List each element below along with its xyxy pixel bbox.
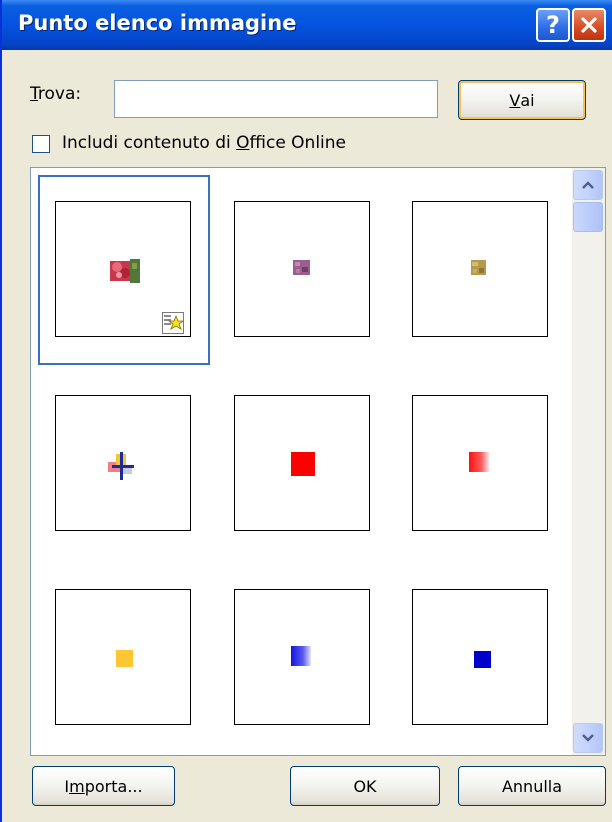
search-label: Trova: [30,84,81,104]
gallery-item-gold[interactable] [412,201,548,337]
star-clipart-icon [162,312,184,334]
import-button-rest: porta... [84,776,143,796]
gallery-item-blue-square[interactable] [412,589,548,725]
cross-bullet-icon [108,452,134,480]
ok-button[interactable]: OK [290,766,440,806]
yellow-square-bullet-icon [116,650,133,667]
red-gradient-bullet-icon [469,452,489,472]
office-online-label-rest: ffice Online [249,133,347,153]
purple-bullet-icon [293,260,310,275]
bullet-gallery[interactable] [30,167,606,756]
blue-gradient-bullet-icon [291,646,311,666]
scroll-up-button[interactable] [573,170,603,200]
gallery-item-red-gradient[interactable] [412,395,548,531]
flower-bullet-icon [110,259,140,283]
title-bar[interactable]: Punto elenco immagine ? [2,0,612,50]
gallery-item-cross[interactable] [55,395,191,531]
search-input[interactable] [114,80,438,118]
scroll-thumb[interactable] [573,202,603,232]
help-icon: ? [546,11,560,39]
office-online-label-accel: O [236,133,250,153]
blue-square-bullet-icon [474,651,491,668]
office-online-label[interactable]: Includi contenuto di Office Online [62,133,346,153]
office-online-label-text: Includi contenuto di [62,133,237,153]
cancel-button[interactable]: Annulla [458,766,606,806]
ok-button-label: OK [353,776,377,796]
go-button-accel: V [509,90,521,110]
search-label-text: rova: [37,84,82,104]
gallery-item-flower[interactable] [55,201,191,337]
scroll-down-button[interactable] [573,723,603,753]
import-button[interactable]: Im porta... [32,766,175,806]
chevron-up-icon [582,181,594,189]
dialog-window: Punto elenco immagine ? Trova: Vai Inclu… [0,0,612,822]
gallery-item-purple[interactable] [234,201,370,337]
gallery-item-yellow-square[interactable] [55,589,191,725]
close-button[interactable] [572,8,606,42]
help-button[interactable]: ? [536,8,570,42]
office-online-checkbox[interactable] [32,135,50,153]
red-square-bullet-icon [291,452,315,476]
import-button-accel: m [69,776,85,796]
chevron-down-icon [582,734,594,742]
gallery-scrollbar[interactable] [572,168,605,755]
gallery-item-blue-gradient[interactable] [234,589,370,725]
go-button[interactable]: Vai [458,80,586,120]
gallery-item-red-square[interactable] [234,395,370,531]
gold-bullet-icon [471,260,486,275]
close-icon [581,17,597,33]
go-button-label: ai [520,90,535,110]
search-label-accel: T [30,84,38,104]
cancel-button-label: Annulla [501,776,563,796]
window-title: Punto elenco immagine [18,11,297,35]
